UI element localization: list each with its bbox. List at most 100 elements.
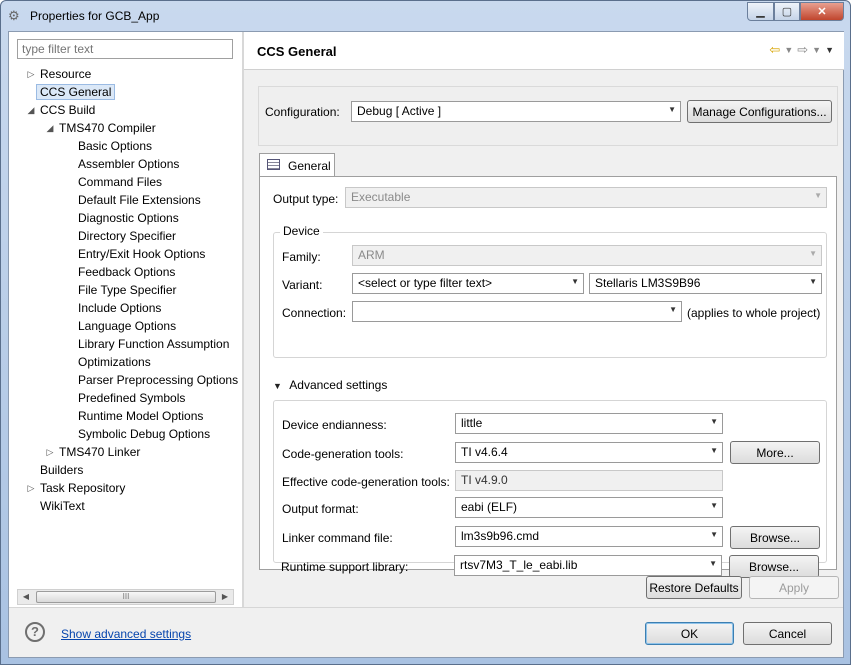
view-menu-icon[interactable]: ▼ xyxy=(825,42,834,58)
table-icon xyxy=(267,159,280,170)
tree-item-optimizations[interactable]: Optimizations xyxy=(78,353,151,371)
variant-label: Variant: xyxy=(282,278,323,292)
dropdown-arrow-icon: ▼ xyxy=(571,277,579,286)
apply-button[interactable]: Apply xyxy=(749,576,839,599)
runtime-browse-button[interactable]: Browse... xyxy=(729,555,819,578)
maximize-button[interactable]: ▢ xyxy=(774,2,800,21)
connection-note: (applies to whole project) xyxy=(687,306,821,320)
device-group: Device Family: ARM ▼ Variant: <select or … xyxy=(273,224,827,358)
tree-item-command-files[interactable]: Command Files xyxy=(78,173,162,191)
configuration-label: Configuration: xyxy=(265,105,340,119)
tree-item-tms470-linker[interactable]: ▷ TMS470 Linker xyxy=(45,443,141,461)
tree-item-diagnostic-options[interactable]: Diagnostic Options xyxy=(78,209,179,227)
connection-label: Connection: xyxy=(282,306,347,320)
collapse-icon[interactable]: ◢ xyxy=(26,101,36,119)
runtime-support-library-label: Runtime support library: xyxy=(281,560,409,574)
ok-button[interactable]: OK xyxy=(645,622,734,645)
device-endianness-label: Device endianness: xyxy=(282,418,387,432)
advanced-settings-toggle[interactable]: ▼ Advanced settings xyxy=(273,378,387,394)
show-advanced-settings-link[interactable]: Show advanced settings xyxy=(61,627,191,641)
dropdown-arrow-icon: ▼ xyxy=(669,305,677,314)
tree-item-file-type-specifier[interactable]: File Type Specifier xyxy=(78,281,177,299)
code-generation-tools-select[interactable]: TI v4.6.4 ▼ xyxy=(455,442,723,463)
connection-select[interactable]: ▼ xyxy=(352,301,682,322)
restore-defaults-button[interactable]: Restore Defaults xyxy=(646,576,742,599)
back-menu-chevron-icon[interactable]: ▼ xyxy=(784,42,793,58)
expand-icon[interactable]: ▷ xyxy=(45,443,55,461)
close-button[interactable]: ✕ xyxy=(800,2,844,21)
tree-item-language-options[interactable]: Language Options xyxy=(78,317,176,335)
runtime-support-library-input[interactable]: rtsv7M3_T_le_eabi.lib ▼ xyxy=(454,555,722,576)
output-type-select: Executable ▼ xyxy=(345,187,827,208)
effective-code-generation-tools-value: TI v4.9.0 xyxy=(455,470,723,491)
collapse-triangle-icon: ▼ xyxy=(273,381,282,391)
tree-item-feedback-options[interactable]: Feedback Options xyxy=(78,263,175,281)
expand-icon[interactable]: ▷ xyxy=(26,65,36,83)
configuration-row: Configuration: Debug [ Active ] ▼ Manage … xyxy=(258,86,838,146)
title-bar: ⚙ Properties for GCB_App ▁ ▢ ✕ xyxy=(1,1,850,31)
cancel-button[interactable]: Cancel xyxy=(743,622,832,645)
tree-item-task-repository[interactable]: ▷ Task Repository xyxy=(26,479,126,497)
linker-command-file-label: Linker command file: xyxy=(282,531,393,545)
device-endianness-select[interactable]: little ▼ xyxy=(455,413,723,434)
tree-item-predefined-symbols[interactable]: Predefined Symbols xyxy=(78,389,185,407)
dropdown-arrow-icon: ▼ xyxy=(668,105,676,114)
tree-item-tms470-compiler[interactable]: ◢ TMS470 Compiler xyxy=(45,119,156,137)
tab-general[interactable]: General xyxy=(259,153,335,177)
back-arrow-icon[interactable]: ⇦ xyxy=(769,42,780,58)
collapse-icon[interactable]: ◢ xyxy=(45,119,55,137)
scroll-thumb[interactable]: III xyxy=(36,591,216,603)
tree-item-ccs-build[interactable]: ◢ CCS Build xyxy=(26,101,96,119)
tree-item-ccs-general[interactable]: CCS General xyxy=(36,83,116,101)
tree-item-resource[interactable]: ▷ Resource xyxy=(26,65,92,83)
tree-item-directory-specifier[interactable]: Directory Specifier xyxy=(78,227,176,245)
tree-item-runtime-model-options[interactable]: Runtime Model Options xyxy=(78,407,203,425)
tree-item-default-file-extensions[interactable]: Default File Extensions xyxy=(78,191,201,209)
properties-window: ⚙ Properties for GCB_App ▁ ▢ ✕ ▷Resource… xyxy=(0,0,851,665)
window-title: Properties for GCB_App xyxy=(30,9,160,23)
dropdown-arrow-icon: ▼ xyxy=(709,559,717,568)
dropdown-arrow-icon: ▼ xyxy=(814,191,822,200)
tree-item-entry-exit-hook-options[interactable]: Entry/Exit Hook Options xyxy=(78,245,205,263)
dropdown-arrow-icon: ▼ xyxy=(809,277,817,286)
help-icon[interactable]: ? xyxy=(25,622,45,642)
tree-item-include-options[interactable]: Include Options xyxy=(78,299,161,317)
dialog-footer: ? Show advanced settings OK Cancel xyxy=(9,607,843,657)
tree-item-wikitext[interactable]: WikiText xyxy=(40,497,85,515)
linker-command-file-input[interactable]: lm3s9b96.cmd ▼ xyxy=(455,526,723,547)
general-tab-panel: Output type: Executable ▼ Device Family: … xyxy=(259,176,837,578)
more-button[interactable]: More... xyxy=(730,441,820,464)
manage-configurations-button[interactable]: Manage Configurations... xyxy=(687,100,832,123)
output-type-label: Output type: xyxy=(273,192,339,206)
dropdown-arrow-icon: ▼ xyxy=(710,446,718,455)
tree-item-symbolic-debug-options[interactable]: Symbolic Debug Options xyxy=(78,425,210,443)
tree-item-builders[interactable]: Builders xyxy=(40,461,83,479)
tree-item-library-function-assumption[interactable]: Library Function Assumption xyxy=(78,335,229,353)
configuration-select[interactable]: Debug [ Active ] ▼ xyxy=(351,101,681,122)
dropdown-arrow-icon: ▼ xyxy=(710,501,718,510)
forward-arrow-icon[interactable]: ⇨ xyxy=(797,42,808,58)
scroll-left-icon[interactable]: ◀ xyxy=(18,590,34,604)
window-icon: ⚙ xyxy=(8,8,20,23)
expand-icon[interactable]: ▷ xyxy=(26,479,36,497)
device-group-title: Device xyxy=(280,224,323,238)
tree-item-parser-preprocessing-options[interactable]: Parser Preprocessing Options xyxy=(78,371,238,389)
horizontal-scrollbar[interactable]: ◀ III ▶ xyxy=(17,589,234,605)
page-header: CCS General ⇦ ▼ ⇨ ▼ ▼ xyxy=(244,32,844,70)
output-format-select[interactable]: eabi (ELF) ▼ xyxy=(455,497,723,518)
sidebar: ▷Resource CCS General ◢CCS Build ◢TMS470… xyxy=(9,32,242,607)
tree-item-basic-options[interactable]: Basic Options xyxy=(78,137,152,155)
variant-select[interactable]: Stellaris LM3S9B96 ▼ xyxy=(589,273,822,294)
linker-browse-button[interactable]: Browse... xyxy=(730,526,820,549)
forward-menu-chevron-icon[interactable]: ▼ xyxy=(812,42,821,58)
main-panel: CCS General ⇦ ▼ ⇨ ▼ ▼ Configuration: Deb… xyxy=(244,32,844,607)
variant-filter-input[interactable]: <select or type filter text> ▼ xyxy=(352,273,584,294)
code-generation-tools-label: Code-generation tools: xyxy=(282,447,404,461)
scroll-right-icon[interactable]: ▶ xyxy=(217,590,233,604)
filter-input[interactable] xyxy=(17,39,233,59)
advanced-settings-group: Device endianness: little ▼ Code-generati… xyxy=(273,400,827,563)
window-controls: ▁ ▢ ✕ xyxy=(747,2,844,21)
tree-item-assembler-options[interactable]: Assembler Options xyxy=(78,155,179,173)
dropdown-arrow-icon: ▼ xyxy=(710,530,718,539)
minimize-button[interactable]: ▁ xyxy=(747,2,774,21)
